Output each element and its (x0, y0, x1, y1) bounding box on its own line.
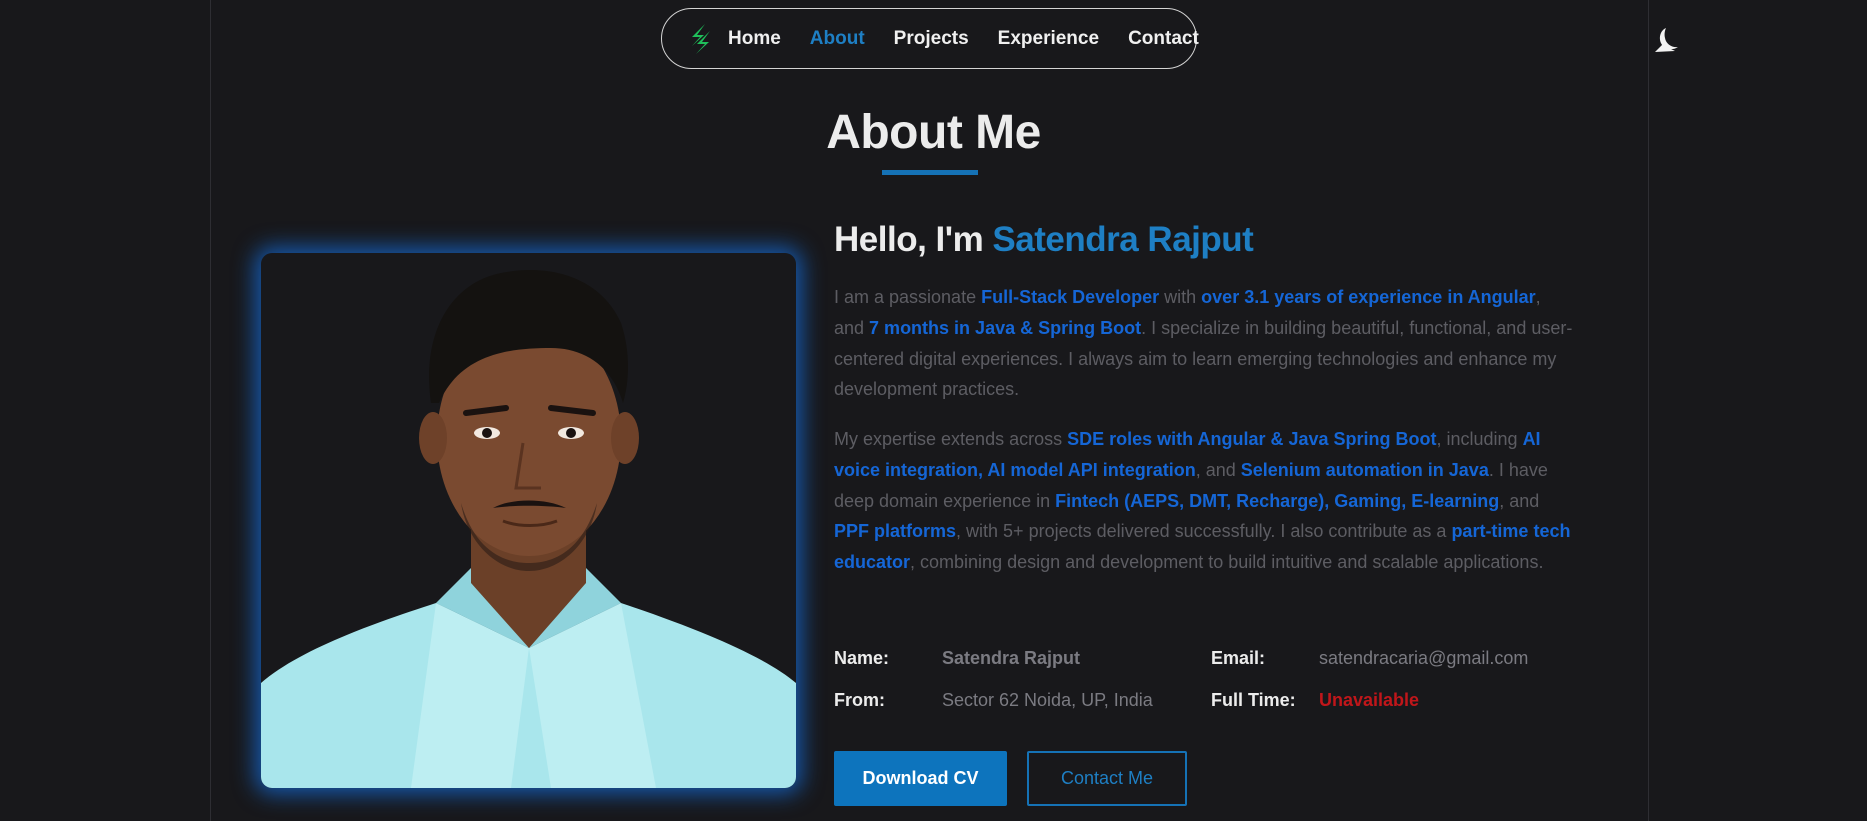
bio-text: I am a passionate (834, 287, 982, 307)
info-email-label: Email: (1211, 648, 1266, 668)
moon-icon[interactable] (1653, 25, 1679, 55)
greeting-heading: Hello, I'm Satendra Rajput (834, 220, 1254, 260)
bio-highlight: Fintech (AEPS, DMT, Recharge), Gaming, E… (1055, 490, 1500, 511)
bio-text: , including (1436, 429, 1523, 449)
nav-link-projects[interactable]: Projects (894, 28, 969, 50)
top-navigation: Home About Projects Experience Contact (661, 8, 1199, 69)
info-name-label: Name: (834, 648, 890, 668)
nav-link-about[interactable]: About (810, 28, 865, 50)
info-from-value: Sector 62 Noida, UP, India (942, 690, 1153, 710)
info-name-value: Satendra Rajput (942, 648, 1081, 668)
bio-text: , combining design and development to bu… (910, 552, 1544, 573)
info-fulltime-status: Unavailable (1319, 690, 1420, 710)
bolt-logo-icon[interactable] (684, 22, 718, 56)
profile-photo (261, 253, 796, 788)
bio-paragraph-1: I am a passionate Full-Stack Developer w… (834, 282, 1574, 405)
greeting-text: Hello, I'm (834, 220, 984, 259)
bio-highlight: 7 months in Java & Spring Boot (869, 317, 1142, 338)
bio-text: , and (1499, 490, 1540, 511)
bio-paragraph-2: My expertise extends across SDE roles wi… (834, 424, 1574, 578)
bio-highlight: SDE roles with Angular & Java Spring Boo… (1067, 429, 1437, 449)
bio-text: , with 5+ projects delivered successfull… (956, 521, 1452, 542)
bio-highlight: PPF platforms (834, 521, 957, 542)
title-underline (882, 170, 978, 175)
bio-highlight: Selenium automation in Java (1240, 459, 1489, 480)
nav-link-contact[interactable]: Contact (1128, 28, 1199, 50)
bio-highlight: over 3.1 years of experience in Angular (1201, 287, 1536, 307)
download-cv-button[interactable]: Download CV (834, 751, 1007, 806)
bio-highlight: Full-Stack Developer (981, 287, 1160, 307)
nav-link-home[interactable]: Home (728, 28, 781, 50)
bio-text: with (1159, 287, 1202, 307)
info-email-value[interactable]: satendracaria@gmail.com (1319, 648, 1528, 669)
section-title: About Me (826, 106, 1041, 159)
greeting-name: Satendra Rajput (992, 220, 1254, 259)
bio-text: , and (1195, 459, 1241, 480)
info-from-label: From: (834, 690, 885, 710)
nav-link-experience[interactable]: Experience (998, 28, 1099, 50)
contact-me-button[interactable]: Contact Me (1027, 751, 1187, 806)
info-fulltime-label: Full Time: (1211, 690, 1296, 710)
bio-text: My expertise extends across (834, 429, 1068, 449)
